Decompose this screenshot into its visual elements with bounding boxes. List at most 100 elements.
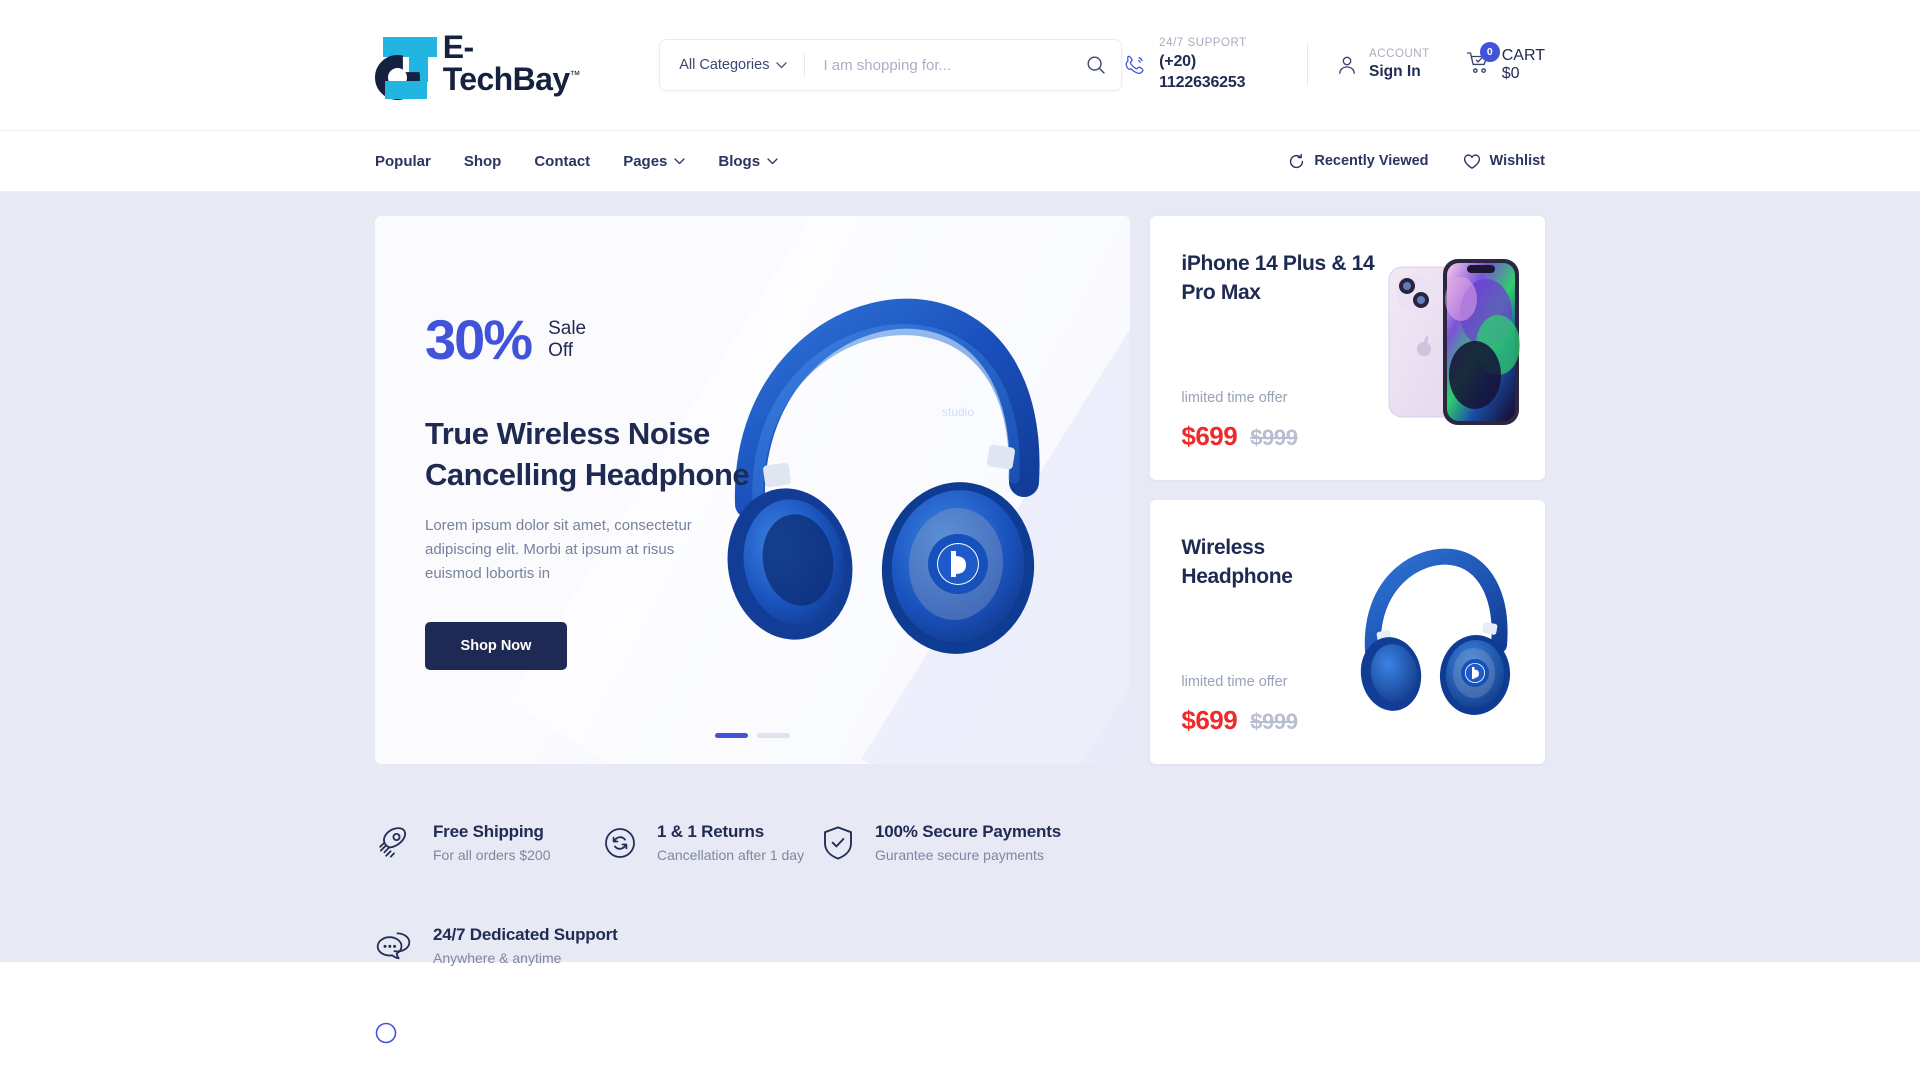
- header-utilities: 24/7 SUPPORT (+20) 1122636253 ACCOUNT Si…: [1122, 36, 1545, 94]
- cart-icon-wrap: 0: [1466, 41, 1500, 80]
- trademark-symbol: ™: [569, 69, 581, 82]
- svg-text:studio: studio: [942, 405, 974, 419]
- support-text: 24/7 SUPPORT (+20) 1122636253: [1159, 36, 1279, 94]
- header-separator: [1307, 44, 1309, 86]
- feature-free-shipping-title: Free Shipping: [433, 822, 544, 841]
- features-row-1: Free Shipping For all orders $200 1 & 1 …: [375, 822, 1545, 863]
- promo-card-iphone-prices: $699 $999: [1181, 421, 1298, 452]
- feature-secure-payments-sub: Gurantee secure payments: [875, 847, 1044, 863]
- nav-item-popular-label: Popular: [375, 152, 431, 170]
- promo-column: iPhone 14 Plus & 14 Pro Max limited time…: [1150, 216, 1545, 764]
- slider-pagination: [375, 733, 1130, 738]
- promo-card-headphone-prices: $699 $999: [1181, 705, 1298, 736]
- nav-item-contact[interactable]: Contact: [534, 153, 590, 170]
- promo-card-iphone-offer: limited time offer: [1181, 390, 1288, 406]
- chevron-down-icon: [674, 157, 686, 164]
- feature-support-text: 24/7 Dedicated Support Anywhere & anytim…: [433, 925, 618, 966]
- refresh-history-icon: [1290, 153, 1304, 168]
- feature-secure-payments-text: 100% Secure Payments Gurantee secure pay…: [875, 822, 1061, 863]
- logo-mark-icon: [375, 37, 437, 100]
- next-section-heading-text: [408, 1022, 413, 1044]
- shop-now-button[interactable]: Shop Now: [425, 621, 567, 670]
- nav-item-pages[interactable]: Pages: [623, 152, 686, 170]
- chevron-down-icon: [767, 157, 778, 164]
- cart-text: CART $0: [1502, 47, 1545, 83]
- promo-iphone-image: [1388, 259, 1520, 425]
- search-submit-button[interactable]: [1071, 40, 1121, 90]
- hero-sale-percent: 30%: [425, 308, 533, 371]
- support-phone: (+20) 1122636253: [1159, 52, 1246, 92]
- features-section: Free Shipping For all orders $200 1 & 1 …: [375, 764, 1545, 966]
- cart-block[interactable]: 0 CART $0: [1466, 41, 1545, 83]
- nav-item-shop[interactable]: Shop: [464, 153, 502, 170]
- hero-sale-line1: Sale: [548, 317, 587, 339]
- hero-title: True Wireless Noise Cancelling Headphone: [425, 416, 750, 492]
- promo-card-iphone-price-new: $699: [1181, 421, 1238, 451]
- nav-item-pages-label: Pages: [623, 152, 668, 170]
- promo-card-headphone[interactable]: Wireless Headphone limited time offer $6…: [1150, 500, 1545, 764]
- category-select-label: All Categories: [679, 57, 770, 73]
- feature-returns-sub: Cancellation after 1 day: [657, 847, 805, 863]
- account-text: ACCOUNT Sign In: [1369, 47, 1430, 83]
- page-root: E-TechBay™ All Categories I am shopping …: [0, 0, 1920, 1080]
- shield-check-icon: [821, 825, 855, 861]
- account-block[interactable]: ACCOUNT Sign In: [1336, 47, 1430, 83]
- hero-sale-line2: Off: [548, 340, 574, 361]
- category-select[interactable]: All Categories: [660, 40, 804, 90]
- features-row-2: 24/7 Dedicated Support Anywhere & anytim…: [375, 925, 1545, 966]
- feature-returns-text: 1 & 1 Returns Cancellation after 1 day: [657, 822, 804, 863]
- cart-count-badge: 0: [1479, 41, 1500, 62]
- hero-description: Lorem ipsum dolor sit amet, consectetur …: [425, 516, 692, 583]
- hero-slider: 30% Sale Off True Wireless Noise Cancell…: [375, 216, 1131, 764]
- feature-free-shipping-sub: For all orders $200: [433, 847, 551, 863]
- promo-card-headphone-price-new: $699: [1181, 705, 1238, 735]
- cart-total: $0: [1501, 65, 1520, 82]
- feature-secure-payments: 100% Secure Payments Gurantee secure pay…: [821, 822, 1061, 863]
- nav-item-shop-label: Shop: [463, 152, 502, 170]
- feature-returns-title: 1 & 1 Returns: [657, 822, 764, 841]
- hero-row: 30% Sale Off True Wireless Noise Cancell…: [375, 216, 1545, 764]
- promo-card-iphone-price-old: $999: [1250, 425, 1298, 450]
- search-input[interactable]: [805, 56, 1071, 74]
- search-icon: [1087, 56, 1105, 74]
- search-bar: All Categories: [659, 39, 1122, 91]
- hero-sale-label: Sale Off: [548, 318, 586, 363]
- nav-item-popular[interactable]: Popular: [375, 153, 431, 170]
- hero-section: 30% Sale Off True Wireless Noise Cancell…: [0, 192, 1920, 966]
- next-section-peek: [0, 962, 1920, 1062]
- hero-sale-row: 30% Sale Off: [425, 312, 755, 368]
- feature-support-title: 24/7 Dedicated Support: [433, 925, 618, 944]
- slider-dot-1[interactable]: [715, 733, 749, 738]
- wishlist-label: Wishlist: [1489, 153, 1545, 169]
- wishlist-link[interactable]: Wishlist: [1463, 153, 1545, 170]
- recently-viewed-label: Recently Viewed: [1314, 153, 1429, 169]
- account-label: ACCOUNT: [1369, 48, 1430, 61]
- site-header: E-TechBay™ All Categories I am shopping …: [0, 0, 1920, 130]
- user-icon: [1339, 56, 1355, 74]
- main-nav: Popular Shop Contact Pages Blogs Recentl…: [0, 130, 1920, 192]
- brand-logo[interactable]: E-TechBay™: [375, 29, 607, 100]
- phone-icon: [1125, 55, 1144, 74]
- chat-support-icon: [375, 929, 413, 963]
- cart-label: CART: [1501, 47, 1545, 64]
- feature-returns: 1 & 1 Returns Cancellation after 1 day: [603, 822, 821, 863]
- nav-links: Popular Shop Contact Pages Blogs: [375, 153, 778, 170]
- hero-slide-text: 30% Sale Off True Wireless Noise Cancell…: [425, 312, 755, 670]
- account-value: Sign In: [1369, 63, 1421, 80]
- returns-icon: [603, 826, 637, 860]
- nav-utilities: Recently Viewed Wishlist: [1288, 153, 1545, 170]
- promo-card-headphone-offer: limited time offer: [1181, 674, 1288, 690]
- chevron-down-icon: [776, 61, 788, 68]
- support-block[interactable]: 24/7 SUPPORT (+20) 1122636253: [1122, 36, 1279, 94]
- rocket-icon: [375, 824, 413, 862]
- nav-item-blogs-label: Blogs: [718, 152, 761, 170]
- feature-support-sub: Anywhere & anytime: [433, 950, 562, 966]
- tag-icon: [375, 1022, 397, 1044]
- nav-item-blogs[interactable]: Blogs: [718, 153, 778, 170]
- brand-name: E-TechBay™: [442, 29, 581, 97]
- next-section-heading: [375, 1022, 1545, 1044]
- recently-viewed-link[interactable]: Recently Viewed: [1288, 153, 1429, 170]
- slider-dot-2[interactable]: [757, 733, 791, 738]
- promo-card-iphone[interactable]: iPhone 14 Plus & 14 Pro Max limited time…: [1150, 216, 1545, 480]
- promo-card-headphone-price-old: $999: [1250, 709, 1298, 734]
